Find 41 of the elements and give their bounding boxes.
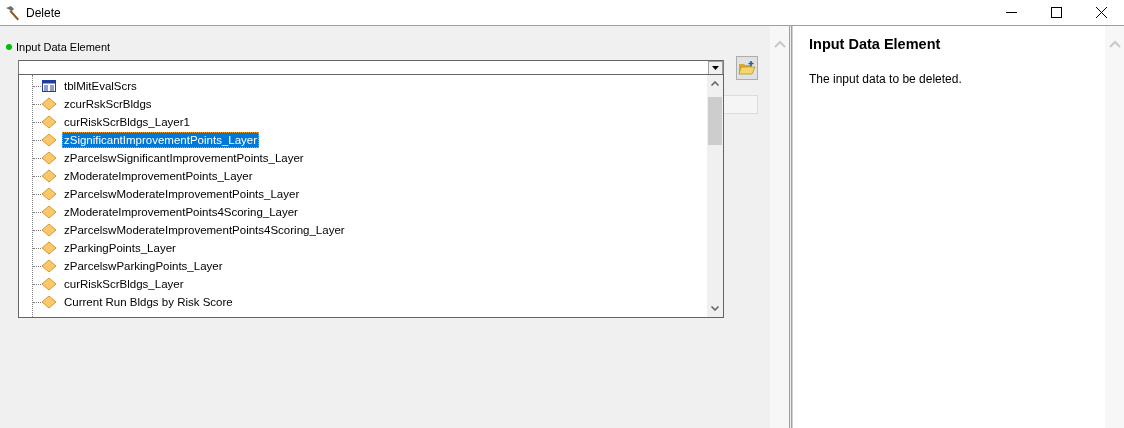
- diamond-icon: [41, 276, 57, 292]
- diamond-icon: [41, 150, 57, 166]
- parameter-label: Input Data Element: [16, 41, 111, 53]
- caret-icon: [712, 66, 719, 70]
- scroll-thumb[interactable]: [708, 97, 722, 145]
- diamond-icon: [41, 168, 57, 184]
- scrollbar[interactable]: [770, 26, 789, 428]
- diamond-icon: [41, 294, 57, 310]
- close-icon[interactable]: [1096, 7, 1107, 18]
- hammer-icon: [4, 4, 20, 21]
- diamond-icon: [41, 96, 57, 112]
- list-item[interactable]: tblMitEvalScrs: [62, 78, 139, 94]
- list-item[interactable]: zParcelswModerateImprovementPoints_Layer: [62, 186, 302, 202]
- list-item[interactable]: zParcelswModerateImprovementPoints4Scoring_Layer: [62, 222, 347, 238]
- help-title: Input Data Element: [809, 36, 942, 52]
- diamond-icon: [41, 258, 57, 274]
- list-item[interactable]: curRiskScrBldgs_Layer1: [62, 114, 192, 130]
- list-item[interactable]: zParcelswSignificantImprovementPoints_Layer: [62, 150, 306, 166]
- scroll-up-icon[interactable]: [711, 81, 719, 86]
- help-text: The input data to be deleted.: [809, 72, 963, 86]
- diamond-icon: [41, 132, 57, 148]
- list-item[interactable]: zModerateImprovementPoints_Layer: [62, 168, 255, 184]
- maximize-icon[interactable]: [1051, 7, 1062, 18]
- table-icon: [41, 78, 57, 94]
- window-title: Delete: [26, 5, 61, 20]
- diamond-icon: [41, 240, 57, 256]
- list-item[interactable]: zSignificantImprovementPoints_Layer: [62, 132, 260, 148]
- list-item[interactable]: zParkingPoints_Layer: [62, 240, 178, 256]
- folder-icon[interactable]: [736, 56, 758, 80]
- diamond-icon: [41, 114, 57, 130]
- list-item[interactable]: curRiskScrBldgs_Layer: [62, 276, 186, 292]
- diamond-icon: [41, 222, 57, 238]
- list-item[interactable]: Current Run Bldgs by Risk Score: [62, 294, 235, 310]
- diamond-icon: [41, 186, 57, 202]
- list-item[interactable]: zModerateImprovementPoints4Scoring_Layer: [62, 204, 300, 220]
- list-item[interactable]: zcurRskScrBldgs: [62, 96, 154, 112]
- scrollbar[interactable]: [707, 75, 723, 317]
- scrollbar[interactable]: [1105, 26, 1124, 428]
- diamond-icon: [41, 204, 57, 220]
- scroll-down-icon[interactable]: [711, 306, 719, 311]
- list-item[interactable]: zParcelswParkingPoints_Layer: [62, 258, 225, 274]
